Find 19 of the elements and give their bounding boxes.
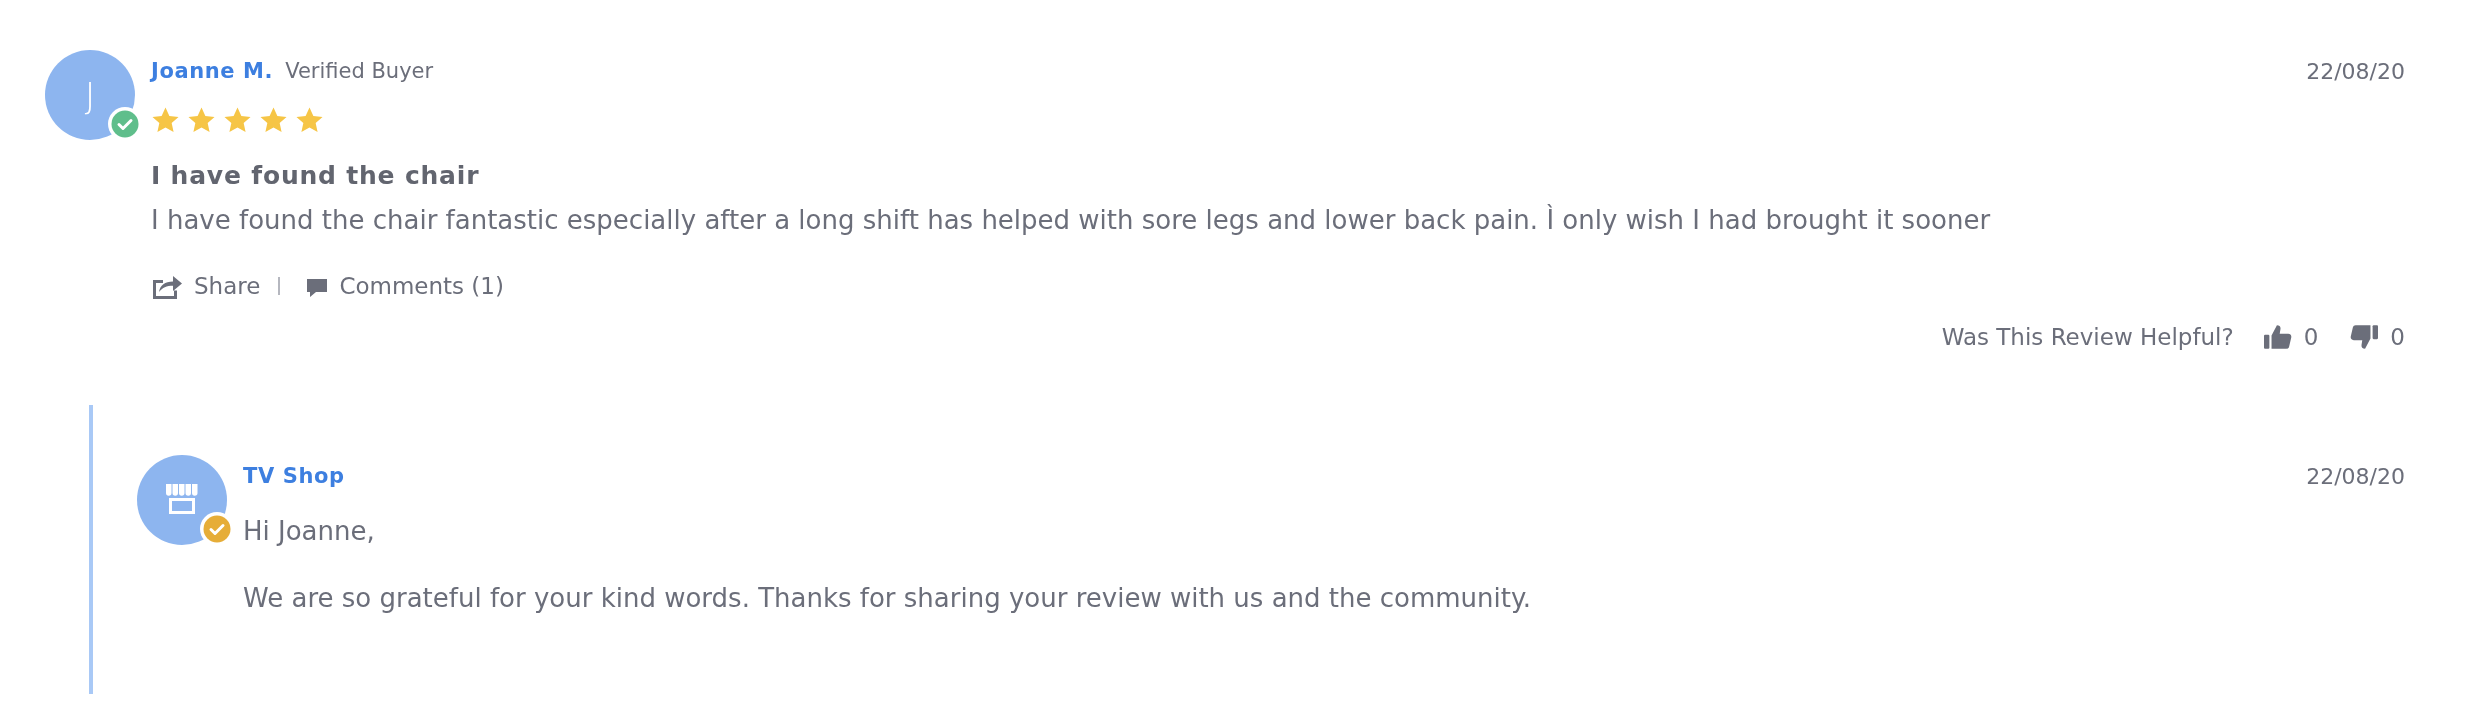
speech-bubble-icon xyxy=(306,278,329,298)
verified-buyer-label: Verified Buyer xyxy=(285,59,434,83)
reply-text: We are so grateful for your kind words. Thanks for sharing your review with us and the community. xyxy=(243,582,1532,615)
reviewer-name: Joanne M. xyxy=(151,59,274,83)
comments-link[interactable]: Comments (1) xyxy=(306,273,504,299)
thumbs-up-icon xyxy=(2263,324,2292,350)
share-link[interactable]: Share xyxy=(151,272,261,300)
upvote-button[interactable]: 0 xyxy=(2263,324,2319,350)
reply-text: Hi Joanne, xyxy=(243,515,376,548)
thumbs-down-icon xyxy=(2350,324,2379,350)
review-body: I have found the chair fantastic especially after a long shift has helped with sore legs and lower back pain. Ì only wish I had brought it sooner xyxy=(151,203,1992,237)
shop-name: TV Shop xyxy=(243,464,345,488)
downvote-button[interactable]: 0 xyxy=(2350,324,2405,350)
avatar: J xyxy=(45,50,135,140)
helpful-question: Was This Review Helpful? xyxy=(1941,324,2234,350)
store-icon xyxy=(165,484,199,516)
reply-date: 22/08/20 xyxy=(2306,463,2405,489)
review-date: 22/08/20 xyxy=(2306,58,2405,84)
review-title: I have found the chair xyxy=(151,160,480,192)
